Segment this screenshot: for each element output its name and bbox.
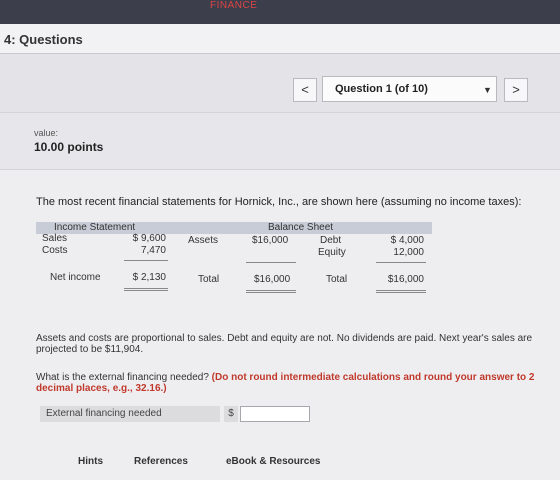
total-assets-double-underline [246,290,296,293]
question-content [0,170,560,480]
footer-tabs: Hints References eBook & Resources [0,452,560,476]
hints-tab[interactable]: Hints [78,456,103,467]
equity-label: Equity [318,247,346,258]
ebook-resources-tab[interactable]: eBook & Resources [226,456,320,467]
value-points: 10.00 points [34,140,104,154]
total-liabilities-value: $16,000 [387,274,424,285]
question-select-label: Question 1 (of 10) [335,83,428,95]
previous-question-button[interactable]: < [293,78,317,102]
question-assumptions: Assets and costs are proportional to sal… [36,333,533,355]
total-liabilities-double-underline [376,290,426,293]
top-bar: FINANCE [0,0,560,24]
total-assets-value: $16,000 [254,274,291,285]
sales-value: $ 9,600 [132,233,166,244]
currency-symbol: $ [224,406,238,422]
references-tab[interactable]: References [134,456,188,467]
net-income-label: Net income [50,272,101,283]
section-header: 4: Questions [0,24,560,54]
costs-value: 7,470 [140,245,166,256]
net-income-value: $ 2,130 [132,272,166,283]
net-income-double-underline [124,288,168,291]
equity-value: 12,000 [393,247,424,258]
assets-underline [246,262,296,263]
external-financing-input[interactable] [240,406,310,422]
total-assets-label: Total [198,274,220,285]
value-label: value: [34,128,59,138]
external-financing-row: External financing needed $ [40,406,310,422]
question-prompt-text: What is the external financing needed? [36,372,212,383]
chevron-down-icon: ▼ [483,85,492,95]
sales-label: Sales [42,233,68,244]
assets-label: Assets [188,235,219,246]
income-statement-title: Income Statement [54,222,136,233]
assets-value: $16,000 [252,235,289,246]
balance-sheet-title: Balance Sheet [268,222,334,233]
costs-label: Costs [42,245,68,256]
banner-title: FINANCE [210,0,258,11]
equity-underline [376,262,426,263]
question-prompt: What is the external financing needed? (… [36,372,560,394]
next-question-button[interactable]: > [504,78,528,102]
section-title: 4: Questions [4,32,83,47]
total-liabilities-label: Total [326,274,348,285]
debt-value: $ 4,000 [390,235,424,246]
financial-statements: Income Statement Balance Sheet Sales $ 9… [36,220,436,302]
debt-label: Debt [320,235,342,246]
costs-underline [124,260,168,261]
question-select[interactable]: Question 1 (of 10) ▼ [322,76,497,102]
external-financing-label: External financing needed [40,406,220,422]
question-intro: The most recent financial statements for… [36,196,522,208]
